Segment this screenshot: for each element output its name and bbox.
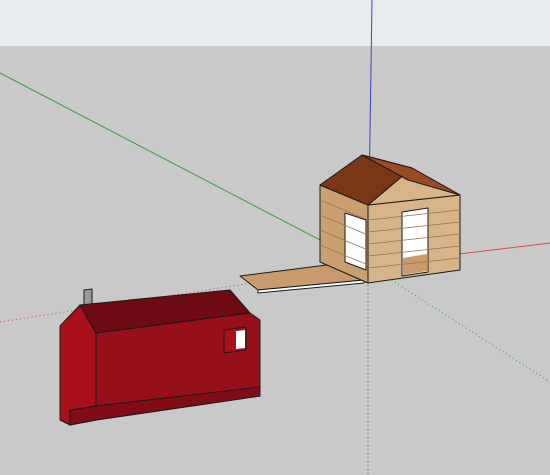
3d-viewport[interactable] [0, 0, 550, 475]
sky-background [0, 0, 550, 46]
cabin-window-pane [236, 330, 245, 349]
